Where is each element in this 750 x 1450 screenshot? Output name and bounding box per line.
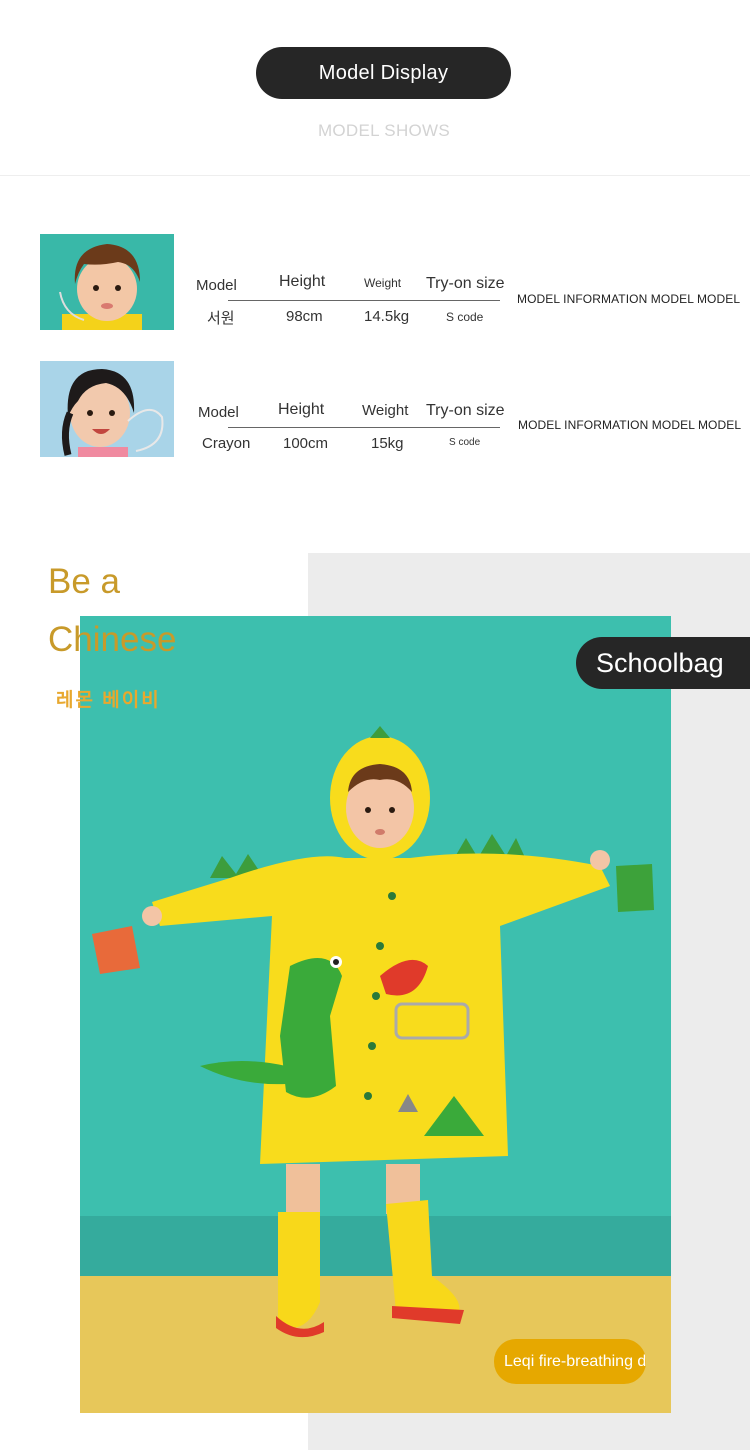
header-weight: Weight: [362, 402, 409, 419]
table-rule: [228, 300, 500, 301]
model-card-2: Model Height Weight Try-on size Crayon 1…: [0, 360, 750, 460]
header-model: Model: [196, 277, 237, 294]
model-shows-subtitle: MODEL SHOWS: [317, 121, 451, 140]
promo-headline-line1: Be a: [48, 562, 120, 601]
header-try-on-size: Try-on size: [426, 402, 505, 419]
model-weight: 14.5kg: [364, 308, 410, 325]
table-rule: [228, 427, 500, 428]
model-info-table: Model Height Weight Try-on size 서원 98cm …: [196, 233, 516, 333]
schoolbag-button[interactable]: Schoolbag: [576, 637, 750, 689]
model-weight: 15kg: [371, 435, 404, 452]
product-photo-raincoat: [80, 616, 671, 1413]
model-information-label: MODEL INFORMATION MODEL MODEL: [518, 418, 742, 432]
model-height: 100cm: [283, 435, 329, 452]
header-try-on-size: Try-on size: [426, 275, 505, 292]
model-name: Crayon: [202, 435, 251, 452]
model-size: S code: [446, 310, 484, 324]
korean-brand-label: 레몬 베이비: [56, 690, 161, 711]
header-weight: Weight: [364, 276, 402, 290]
model-height: 98cm: [286, 308, 323, 325]
model-photo-girl: [40, 361, 174, 457]
header-model: Model: [198, 404, 239, 421]
model-size: S code: [449, 437, 481, 448]
header-height: Height: [279, 273, 326, 290]
model-information-label: MODEL INFORMATION MODEL MODEL: [517, 292, 741, 306]
header-height: Height: [278, 401, 325, 418]
promo-headline-line2: Chinese: [48, 620, 177, 659]
model-photo-boy: [40, 234, 174, 330]
product-caption-badge: Leqi fire-breathing drag: [494, 1339, 646, 1384]
model-name: 서원: [207, 310, 235, 327]
model-info-table: Model Height Weight Try-on size Crayon 1…: [196, 360, 516, 460]
model-display-title: Model Display: [256, 47, 511, 99]
header-divider: [0, 175, 750, 176]
model-card-1: Model Height Weight Try-on size 서원 98cm …: [0, 233, 750, 333]
